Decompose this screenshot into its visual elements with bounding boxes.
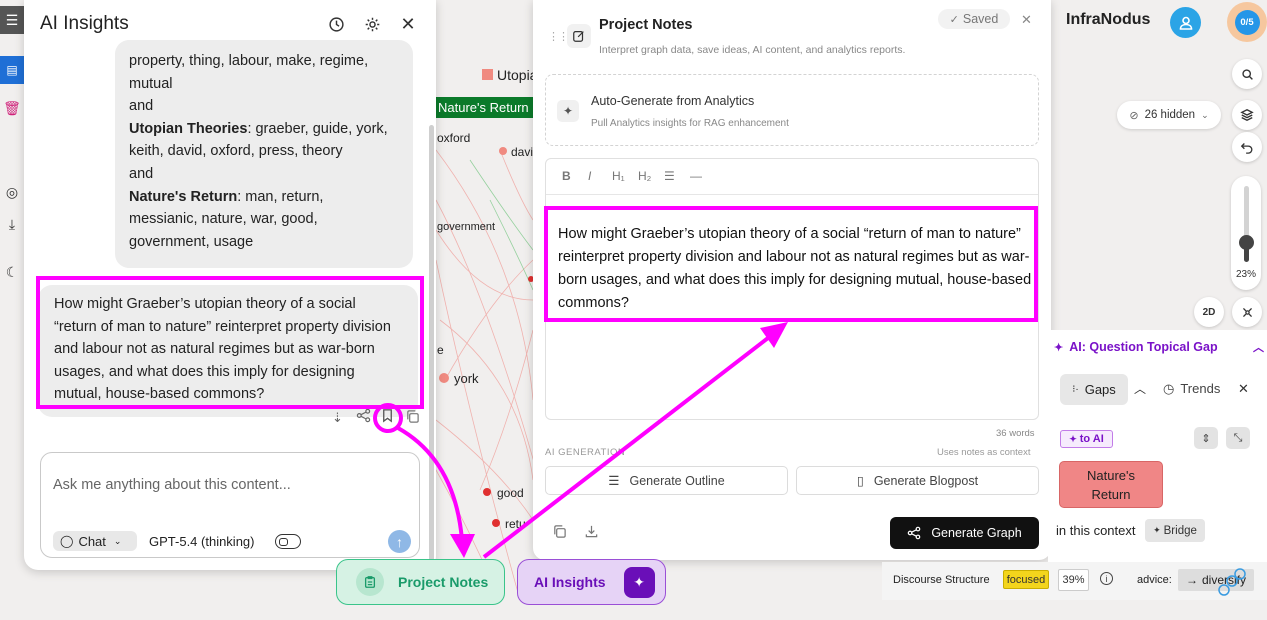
annotation-arrows (373, 322, 788, 559)
